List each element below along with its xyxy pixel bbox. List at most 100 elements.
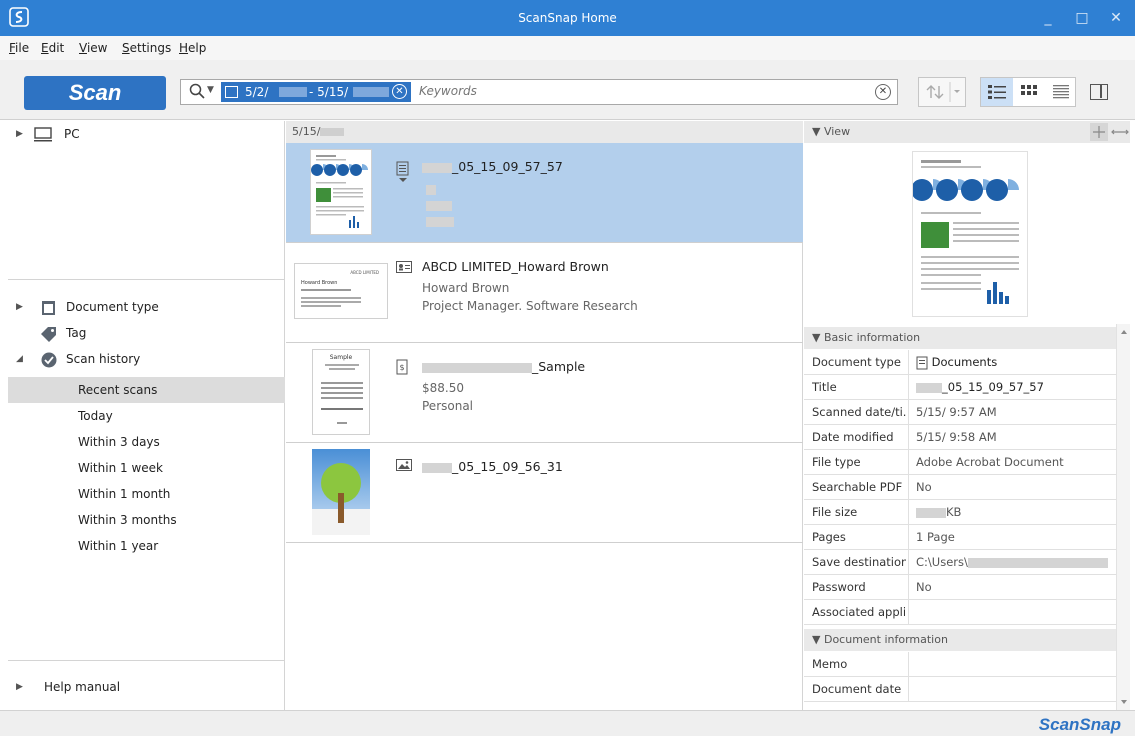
collapse-triangle-icon: ▼ [812,633,824,646]
detail-view-button[interactable] [1045,78,1077,106]
collapse-triangle-icon: ▼ [812,125,824,138]
date-to-year-redacted [353,87,389,97]
redacted-text [916,507,946,518]
history-within-1-month[interactable]: Within 1 month [8,481,285,507]
content-item-title: ABCD LIMITED_Howard Brown [422,259,609,274]
tree-item-document-type[interactable]: ▶ Document type [8,294,285,320]
prop-key: Scanned date/ti... [812,405,906,419]
redacted-text [426,201,452,211]
prop-document-date[interactable]: Document date [804,677,1116,702]
prop-value: 5/15/ 9:58 AM [916,430,997,444]
date-range-filter[interactable]: 5/2/ - 5/15/ ✕ [221,82,411,102]
prop-associated-application: Associated appli... [804,600,1116,625]
card-line [301,297,361,299]
document-info-header[interactable]: ▼ Document information [804,629,1116,651]
prop-key: Title [812,380,837,394]
history-within-1-week[interactable]: Within 1 week [8,455,285,481]
help-manual-item[interactable]: ▶ Help manual [8,674,285,700]
thumbnail-view-button[interactable] [1013,78,1045,106]
menu-view[interactable]: View [79,41,107,55]
close-button[interactable]: ✕ [1104,8,1128,28]
history-label: Within 1 year [78,539,159,553]
receipt-line [321,397,363,399]
status-bar: ScanSnap [0,710,1135,736]
prop-memo[interactable]: Memo [804,652,1116,677]
prop-date-modified: Date modified 5/15/ 9:58 AM [804,425,1116,450]
content-item-receipt[interactable]: Sample $ _Sample $88.50 Personal [286,343,803,443]
content-item-business-card[interactable]: ABCD LIMITED Howard Brown ABCD LIMITED_H… [286,243,803,343]
prop-value: No [916,480,932,494]
content-item-category: Personal [422,399,474,413]
history-within-1-year[interactable]: Within 1 year [8,533,285,559]
prop-key: Password [812,580,866,594]
tree-item-scan-history[interactable]: ◢ Scan history [8,346,285,372]
section-title: Document information [823,633,948,646]
menu-help[interactable]: Help [179,41,206,55]
history-today[interactable]: Today [8,403,285,429]
receipt-line [329,368,355,370]
expand-arrow-icon[interactable]: ▶ [16,674,23,700]
redacted-text [422,362,532,373]
prop-scanned-date: Scanned date/ti... 5/15/ 9:57 AM [804,400,1116,425]
title-text: _Sample [532,359,586,374]
business-card-icon [396,261,412,273]
redacted-text [426,185,436,195]
tree-item-label: Scan history [66,352,141,366]
receipt-line [325,364,359,366]
document-preview [911,151,1028,317]
content-item-title: _05_15_09_57_57 [422,159,563,174]
tree-item-tag[interactable]: Tag [8,320,285,346]
title-text: _05_15_09_56_31 [452,459,563,474]
content-list: 5/15/ _05_15_09_57_57 ABCD LIMITED Howar… [286,121,803,710]
search-box[interactable]: ▼ 5/2/ - 5/15/ ✕ ✕ [180,79,898,105]
card-line [301,305,341,307]
list-view-button[interactable] [981,78,1013,106]
search-icon[interactable] [189,83,205,99]
keywords-input[interactable] [419,84,859,98]
redacted-text [916,382,942,393]
card-name-text: Howard Brown [301,280,338,286]
maximize-button[interactable]: □ [1070,8,1094,28]
toggle-panel-icon[interactable] [1090,84,1108,100]
receipt-line [337,422,347,424]
minimize-button[interactable]: _ [1036,8,1060,28]
date-clear-icon[interactable]: ✕ [392,84,407,99]
list-view-icon [988,85,1006,99]
history-within-3-months[interactable]: Within 3 months [8,507,285,533]
expand-arrow-icon[interactable]: ▶ [16,121,23,147]
history-recent-scans[interactable]: Recent scans [8,377,285,403]
content-item-amount: $88.50 [422,381,464,395]
content-item-title: _05_15_09_56_31 [422,459,563,474]
expand-arrow-icon[interactable]: ▶ [16,294,23,320]
receipt-line [321,387,363,389]
divider [8,279,285,280]
search-filter-dropdown-icon[interactable]: ▼ [207,85,214,95]
collapse-arrow-icon[interactable]: ◢ [16,346,23,372]
content-item-document[interactable]: _05_15_09_57_57 [286,143,803,243]
search-clear-icon[interactable]: ✕ [875,84,891,100]
prop-key: Document date [812,682,902,696]
basic-info-header[interactable]: ▼ Basic information [804,327,1116,349]
tree-item-pc[interactable]: ▶ PC [8,121,285,147]
menu-bar: File Edit View Settings Help [0,36,1135,60]
document-file-icon [396,161,410,182]
history-label: Recent scans [78,383,158,397]
menu-edit[interactable]: Edit [41,41,64,55]
view-section-header[interactable]: ▼ View [804,121,1130,143]
redacted-text [422,462,452,473]
sort-button[interactable] [918,77,966,107]
scan-button[interactable]: Scan [24,76,166,110]
history-within-3-days[interactable]: Within 3 days [8,429,285,455]
prop-title: Title _05_15_09_57_57 [804,375,1116,400]
details-scrollbar[interactable] [1116,324,1130,710]
history-label: Within 3 days [78,435,160,449]
content-item-title: _Sample [422,359,585,374]
tree-item-label: Tag [66,326,87,340]
card-line [301,301,361,303]
content-item-photo[interactable]: _05_15_09_56_31 [286,443,803,543]
navigation-pane: ▶ PC ▶ Document type Tag ◢ Scan history … [8,121,285,710]
menu-file[interactable]: File [9,41,29,55]
receipt-icon: $ [396,359,410,375]
receipt-thumbnail: Sample [312,349,370,435]
menu-settings[interactable]: Settings [122,41,171,55]
